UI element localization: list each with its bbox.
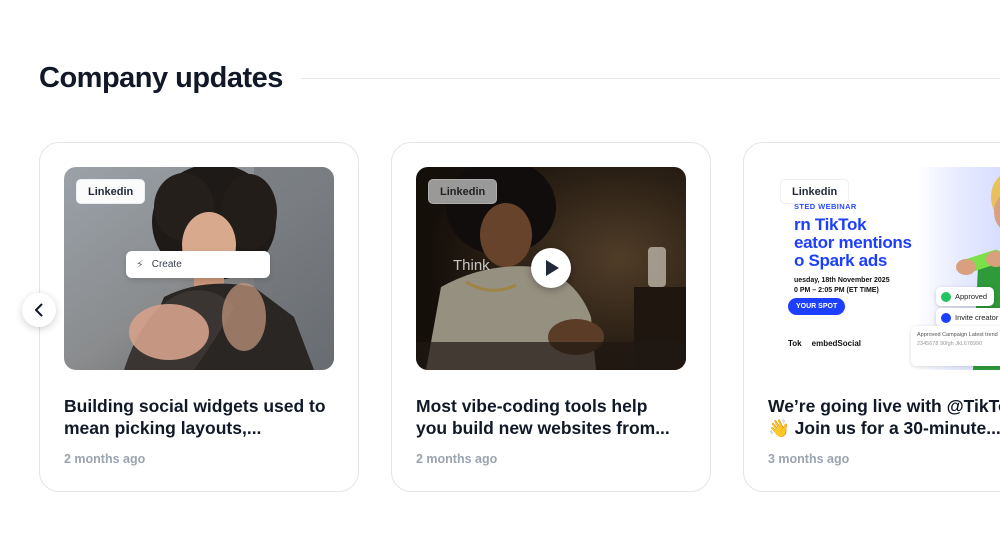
card-title-line: mean picking layouts,...	[64, 418, 262, 438]
chevron-left-icon	[35, 303, 43, 317]
source-badge: Linkedin	[780, 179, 850, 204]
section-header: Company updates	[39, 58, 1000, 98]
card-image[interactable]: Linkedin ⚡ Create	[64, 167, 334, 370]
create-pill: ⚡ Create	[126, 251, 270, 278]
promo-brands: Tok embedSocial	[788, 339, 861, 348]
embedsocial-logo: embedSocial	[811, 339, 861, 348]
card-title[interactable]: We’re going live with @TikTok 👋 Join us …	[768, 395, 1000, 439]
promo-headline: rn TikTok eator mentions o Spark ads	[794, 215, 912, 270]
card-title-line: Building social widgets used to	[64, 396, 326, 416]
promo-date: uesday, 18th November 2025 0 PM – 2:05 P…	[794, 277, 890, 294]
card-timestamp: 2 months ago	[64, 452, 146, 466]
card-title-line: 👋 Join us for a 30-minute...	[768, 418, 1000, 438]
link-icon	[941, 312, 951, 323]
card-timestamp: 3 months ago	[768, 452, 850, 466]
source-badge: Linkedin	[428, 179, 498, 204]
source-badge: Linkedin	[76, 179, 146, 204]
updates-carousel: Linkedin ⚡ Create Building social widget…	[0, 142, 1000, 492]
section-title: Company updates	[39, 61, 283, 94]
carousel-prev-button[interactable]	[22, 293, 56, 327]
tiktok-logo: Tok	[788, 339, 802, 348]
update-card[interactable]: Linkedin Think Most vibe-coding tools he…	[391, 142, 711, 492]
card-timestamp: 2 months ago	[416, 452, 498, 466]
update-card[interactable]: Linkedin ⚡ Create Building social widget…	[39, 142, 359, 492]
approved-chip: Approved	[936, 287, 995, 306]
create-pill-label: Create	[151, 259, 182, 270]
video-overlay-text: Think	[453, 257, 490, 274]
card-image[interactable]: STED WEBINAR rn TikTok eator mentions o …	[768, 167, 1000, 370]
promo-cta: YOUR SPOT	[788, 298, 846, 315]
invite-chip: Invite creator	[936, 308, 1000, 327]
play-icon[interactable]	[531, 248, 571, 288]
card-video[interactable]: Linkedin Think	[416, 167, 686, 370]
check-icon	[941, 291, 951, 302]
promo-mini-table: Approved Campaign Latest trend 2345678 9…	[911, 326, 1000, 366]
card-title[interactable]: Building social widgets used to mean pic…	[64, 395, 342, 439]
card-title-line: We’re going live with @TikTok	[768, 396, 1000, 416]
card-title[interactable]: Most vibe-coding tools help you build ne…	[416, 395, 694, 439]
header-divider	[300, 77, 1000, 79]
card-title-line: Most vibe-coding tools help	[416, 396, 648, 416]
card-title-line: you build new websites from...	[416, 418, 670, 438]
bolt-icon: ⚡	[136, 259, 144, 271]
update-card[interactable]: STED WEBINAR rn TikTok eator mentions o …	[743, 142, 1000, 492]
